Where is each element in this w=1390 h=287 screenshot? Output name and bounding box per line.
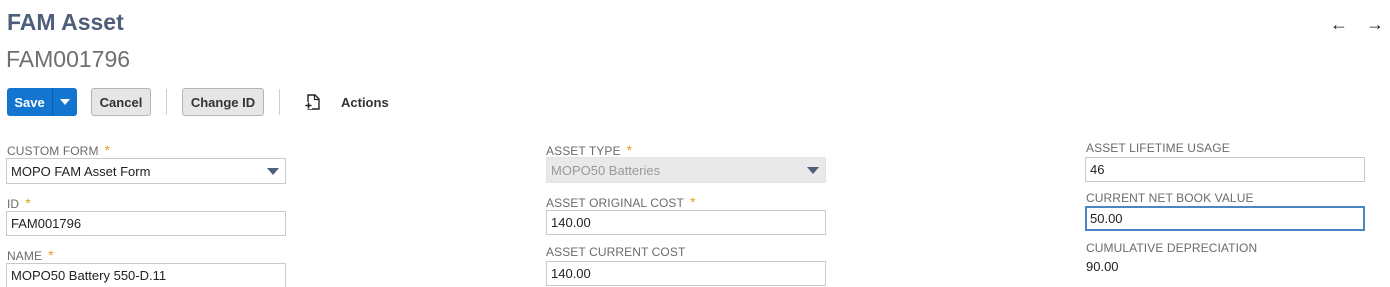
asset-original-cost-field[interactable]: 140.00 (546, 210, 826, 235)
asset-lifetime-usage-field[interactable]: 46 (1085, 157, 1365, 182)
actions-menu[interactable]: Actions (305, 93, 389, 111)
required-marker: * (25, 195, 31, 211)
asset-type-label: ASSET TYPE * (546, 142, 633, 158)
asset-current-cost-label: ASSET CURRENT COST (546, 245, 686, 259)
required-marker: * (48, 247, 54, 263)
asset-type-value: MOPO50 Batteries (551, 162, 661, 178)
cancel-button[interactable]: Cancel (91, 88, 151, 116)
record-id: FAM001796 (6, 46, 131, 72)
current-net-book-value-field[interactable]: 50.00 (1085, 206, 1365, 231)
actions-label: Actions (341, 94, 389, 110)
required-marker: * (689, 194, 696, 210)
save-button[interactable]: Save (7, 88, 53, 116)
toolbar-divider (279, 89, 280, 115)
toolbar-divider (166, 89, 167, 115)
asset-current-cost-field[interactable]: 140.00 (546, 261, 826, 286)
toolbar: Save Cancel Change ID Actions (7, 88, 389, 116)
dropdown-arrow-icon (807, 166, 819, 174)
custom-form-label: CUSTOM FORM * (7, 142, 111, 158)
save-menu-button[interactable] (53, 88, 77, 116)
current-net-book-value-label: CURRENT NET BOOK VALUE (1086, 191, 1254, 205)
id-field[interactable]: FAM001796 (6, 211, 286, 236)
required-marker: * (104, 142, 111, 158)
name-field[interactable]: MOPO50 Battery 550-D.11 (6, 263, 286, 287)
asset-lifetime-usage-label: ASSET LIFETIME USAGE (1086, 141, 1230, 155)
required-marker: * (626, 142, 633, 158)
page-title: FAM Asset (7, 9, 124, 35)
asset-original-cost-label: ASSET ORIGINAL COST * (546, 194, 696, 210)
record-navigation: ← → (1330, 15, 1384, 33)
custom-form-value: MOPO FAM Asset Form (11, 163, 151, 179)
save-button-group: Save (7, 88, 77, 116)
actions-icon (305, 94, 320, 110)
cumulative-depreciation-value: 90.00 (1086, 259, 1119, 274)
custom-form-select[interactable]: MOPO FAM Asset Form (6, 158, 286, 184)
arrow-left-icon[interactable]: ← (1330, 15, 1348, 33)
arrow-right-icon[interactable]: → (1366, 15, 1384, 33)
asset-type-select: MOPO50 Batteries (546, 157, 826, 183)
chevron-down-icon (60, 99, 70, 105)
dropdown-arrow-icon (267, 167, 279, 175)
name-label: NAME * (7, 247, 54, 263)
id-label: ID * (7, 195, 31, 211)
change-id-button[interactable]: Change ID (182, 88, 264, 116)
cumulative-depreciation-label: CUMULATIVE DEPRECIATION (1086, 241, 1258, 255)
